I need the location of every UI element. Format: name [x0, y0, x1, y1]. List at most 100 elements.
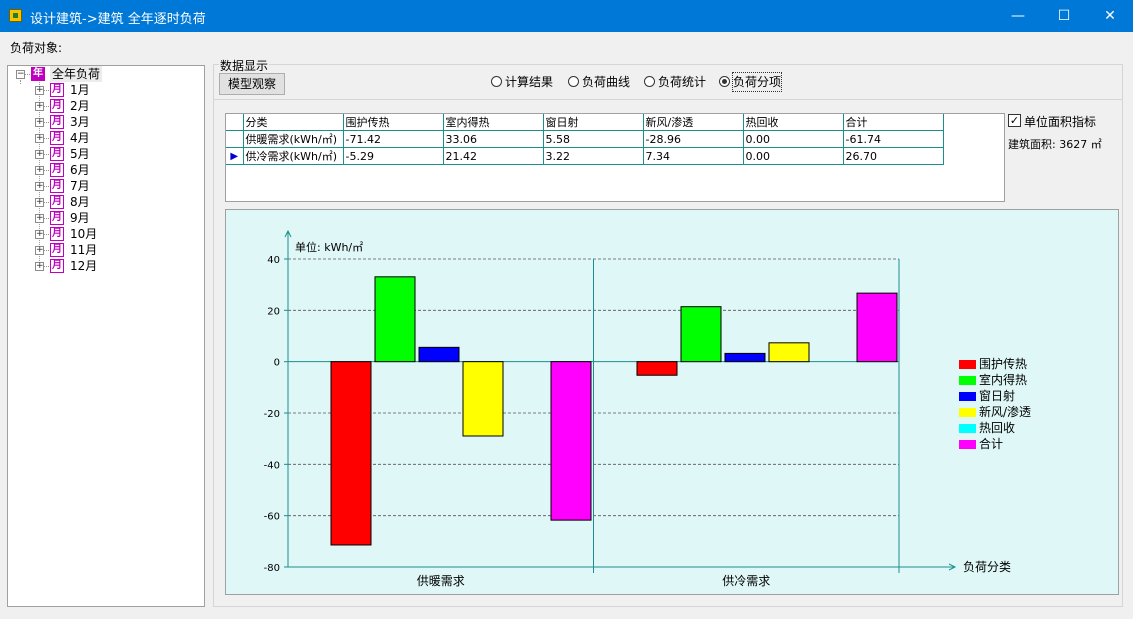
calendar-month-icon: 月 [50, 179, 64, 193]
legend-label: 窗日射 [979, 389, 1016, 403]
app-icon [9, 9, 22, 22]
y-tick-label: -40 [264, 460, 280, 471]
table-cell[interactable]: -28.96 [642, 130, 744, 148]
table-cell[interactable]: 26.70 [842, 147, 944, 165]
expand-icon[interactable]: + [35, 230, 44, 239]
radio-circle-icon[interactable] [644, 76, 655, 87]
expand-icon[interactable]: + [35, 86, 44, 95]
radio-circle-icon[interactable] [491, 76, 502, 87]
close-button[interactable]: ✕ [1087, 0, 1133, 32]
table-cell[interactable]: 0.00 [742, 130, 844, 148]
tree-item-month[interactable]: + 月 10月 [8, 226, 204, 242]
legend-swatch [959, 376, 976, 385]
table-cell-category[interactable]: 供暖需求(kWh/㎡) [242, 130, 344, 148]
load-object-label: 负荷对象: [10, 41, 63, 55]
maximize-button[interactable]: ☐ [1041, 0, 1087, 32]
bar [636, 361, 678, 376]
tree-item-label: 9月 [70, 211, 90, 225]
tree-item-label: 6月 [70, 163, 90, 177]
unit-label: 单位: kWh/㎡ [295, 240, 363, 254]
tree-item-month[interactable]: + 月 4月 [8, 130, 204, 146]
current-row-indicator-icon[interactable]: ▶ [226, 147, 244, 165]
tree-item-month[interactable]: + 月 5月 [8, 146, 204, 162]
expand-icon[interactable]: + [35, 214, 44, 223]
tree-item-month[interactable]: + 月 11月 [8, 242, 204, 258]
radio-circle-icon[interactable] [568, 76, 579, 87]
tree-item-month[interactable]: + 月 3月 [8, 114, 204, 130]
tree-item-month[interactable]: + 月 12月 [8, 258, 204, 274]
table-cell[interactable]: 7.34 [642, 147, 744, 165]
tree-item-month[interactable]: + 月 6月 [8, 162, 204, 178]
expand-icon[interactable]: + [35, 198, 44, 207]
tree-item-month[interactable]: + 月 9月 [8, 210, 204, 226]
expand-icon[interactable]: + [35, 246, 44, 255]
load-object-tree[interactable]: − 年 全年负荷 + 月 1月 + 月 2月 + 月 3月 + 月 4月 + 月 5月 + 月 6月 + 月 7月 + 月 8… [7, 65, 205, 607]
minimize-button[interactable]: — [995, 0, 1041, 32]
radio-label: 计算结果 [505, 75, 554, 89]
model-view-button[interactable]: 模型观察 [219, 73, 285, 95]
unit-area-checkbox[interactable]: ✓ [1008, 114, 1021, 127]
bar [724, 352, 766, 363]
calendar-month-icon: 月 [50, 259, 64, 273]
legend-swatch [959, 360, 976, 369]
building-area-label: 建筑面积: 3627 ㎡ [1008, 138, 1102, 151]
bar [418, 346, 460, 363]
tree-item-month[interactable]: + 月 8月 [8, 194, 204, 210]
column-header[interactable]: 新风/渗透 [642, 114, 744, 131]
column-header[interactable]: 分类 [242, 114, 344, 131]
table-cell[interactable]: 21.42 [442, 147, 544, 165]
tree-item-label: 7月 [70, 179, 90, 193]
y-tick-label: -20 [264, 409, 280, 420]
data-table[interactable]: 分类 围护传热 室内得热 窗日射 新风/渗透 热回收 合计 供暖需求(kWh/㎡… [226, 114, 944, 165]
tree-item-month[interactable]: + 月 1月 [8, 82, 204, 98]
table-row[interactable]: 供暖需求(kWh/㎡) -71.42 33.06 5.58 -28.96 0.0… [226, 130, 944, 148]
table-cell-category[interactable]: 供冷需求(kWh/㎡) [242, 147, 344, 165]
expand-icon[interactable]: + [35, 166, 44, 175]
chart-panel: 40 20 0 -20 -40 -60 -80 供暖需求 供冷需求 单位: kWh/㎡ 负荷分类 围… [225, 209, 1119, 595]
legend-label: 新风/渗透 [979, 405, 1032, 419]
unit-area-label[interactable]: 单位面积指标 [1024, 113, 1096, 130]
tree-item-label: 5月 [70, 147, 90, 161]
row-header[interactable] [226, 130, 244, 148]
collapse-icon[interactable]: − [16, 70, 25, 79]
expand-icon[interactable]: + [35, 102, 44, 111]
column-header[interactable]: 室内得热 [442, 114, 544, 131]
bar [462, 361, 504, 437]
tree-item-label: 2月 [70, 99, 90, 113]
column-header[interactable]: 合计 [842, 114, 944, 131]
tree-root-annual-load[interactable]: − 年 全年负荷 [8, 66, 204, 82]
table-row[interactable]: ▶ 供冷需求(kWh/㎡) -5.29 21.42 3.22 7.34 0.00… [226, 147, 944, 165]
x-axis-label: 负荷分类 [963, 560, 1011, 574]
expand-icon[interactable]: + [35, 262, 44, 271]
radio-label: 负荷统计 [658, 75, 707, 89]
table-cell[interactable]: -71.42 [342, 130, 444, 148]
radio-label: 负荷曲线 [582, 75, 631, 89]
tree-root-label: 全年负荷 [50, 66, 103, 82]
table-cell[interactable]: 3.22 [542, 147, 644, 165]
legend-swatch [959, 392, 976, 401]
x-category-label: 供暖需求 [417, 574, 465, 588]
table-cell[interactable]: -61.74 [842, 130, 944, 148]
calendar-month-icon: 月 [50, 131, 64, 145]
table-cell[interactable]: 33.06 [442, 130, 544, 148]
calendar-month-icon: 月 [50, 163, 64, 177]
tree-item-label: 10月 [70, 227, 98, 241]
radio-circle-icon[interactable] [719, 76, 730, 87]
x-category-label: 供冷需求 [722, 574, 770, 588]
tree-item-month[interactable]: + 月 7月 [8, 178, 204, 194]
column-header[interactable]: 窗日射 [542, 114, 644, 131]
expand-icon[interactable]: + [35, 182, 44, 191]
expand-icon[interactable]: + [35, 150, 44, 159]
expand-icon[interactable]: + [35, 118, 44, 127]
column-header[interactable]: 围护传热 [342, 114, 444, 131]
tree-item-month[interactable]: + 月 2月 [8, 98, 204, 114]
tree-item-label: 3月 [70, 115, 90, 129]
column-header[interactable]: 热回收 [742, 114, 844, 131]
calendar-month-icon: 月 [50, 227, 64, 241]
tree-item-label: 4月 [70, 131, 90, 145]
table-cell[interactable]: -5.29 [342, 147, 444, 165]
table-cell[interactable]: 5.58 [542, 130, 644, 148]
table-cell[interactable]: 0.00 [742, 147, 844, 165]
data-table-panel[interactable]: 分类 围护传热 室内得热 窗日射 新风/渗透 热回收 合计 供暖需求(kWh/㎡… [225, 113, 1005, 202]
expand-icon[interactable]: + [35, 134, 44, 143]
